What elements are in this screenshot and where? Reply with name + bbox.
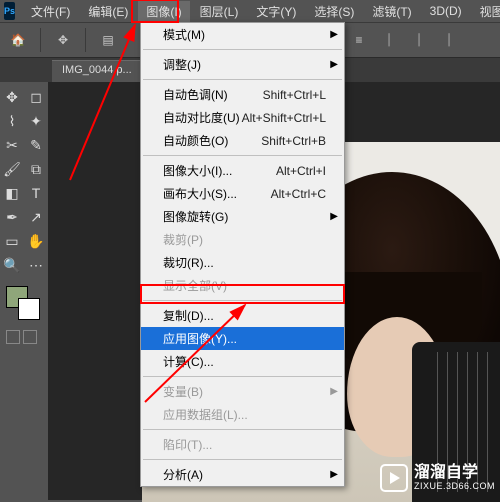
move-tool-icon[interactable]: ✥ — [1, 86, 23, 108]
align-icon[interactable]: ⏐ — [407, 28, 431, 52]
watermark-url: ZIXUE.3D66.COM — [414, 482, 495, 492]
menu-mode[interactable]: 模式(M)▶ — [141, 23, 344, 46]
background-swatch[interactable] — [18, 298, 40, 320]
menu-image-rotation[interactable]: 图像旋转(G)▶ — [141, 205, 344, 228]
watermark: 溜溜自学 ZIXUE.3D66.COM — [380, 464, 495, 492]
menu-trim[interactable]: 裁切(R)... — [141, 251, 344, 274]
menu-3d[interactable]: 3D(D) — [422, 2, 470, 20]
marquee-tool-icon[interactable]: ◻ — [25, 86, 47, 108]
menu-apply-image[interactable]: 应用图像(Y)... — [141, 327, 344, 350]
crop-tool-icon[interactable]: ✂ — [1, 134, 23, 156]
app-logo: Ps — [4, 2, 15, 20]
menu-select[interactable]: 选择(S) — [306, 1, 362, 22]
mode-icon[interactable] — [23, 330, 37, 344]
separator — [143, 429, 342, 430]
separator — [40, 28, 41, 52]
watermark-title: 溜溜自学 — [414, 464, 495, 482]
chevron-right-icon: ▶ — [330, 211, 338, 222]
menu-adjustments[interactable]: 调整(J)▶ — [141, 53, 344, 76]
toolbox: ✥ ◻ ⌇ ✦ ✂ ✎ 🖌 ⧉ ◧ T ✒ ↗ ▭ ✋ 🔍 ⋯ — [0, 82, 48, 500]
align-icon[interactable]: ⏐ — [377, 28, 401, 52]
document-tab[interactable]: IMG_0044.p... — [52, 60, 142, 82]
separator — [143, 300, 342, 301]
menu-auto-color[interactable]: 自动颜色(O)Shift+Ctrl+B — [141, 129, 344, 152]
eyedropper-tool-icon[interactable]: ✎ — [25, 134, 47, 156]
separator — [143, 79, 342, 80]
chevron-right-icon: ▶ — [330, 386, 338, 397]
shape-tool-icon[interactable]: ▭ — [1, 230, 23, 252]
menu-layer[interactable]: 图层(L) — [192, 1, 247, 22]
more-tool-icon[interactable]: ⋯ — [25, 254, 47, 276]
path-tool-icon[interactable]: ↗ — [25, 206, 47, 228]
menu-auto-tone[interactable]: 自动色调(N)Shift+Ctrl+L — [141, 83, 344, 106]
lasso-tool-icon[interactable]: ⌇ — [1, 110, 23, 132]
color-swatches[interactable] — [4, 284, 44, 320]
play-icon — [380, 464, 408, 492]
hand-tool-icon[interactable]: ✋ — [25, 230, 47, 252]
separator — [85, 28, 86, 52]
quick-mask-icons — [0, 330, 48, 344]
chevron-right-icon: ▶ — [330, 59, 338, 70]
mode-icon[interactable] — [6, 330, 20, 344]
align-icon[interactable]: ⏐ — [437, 28, 461, 52]
menu-filter[interactable]: 滤镜(T) — [364, 1, 419, 22]
separator — [143, 49, 342, 50]
menu-apply-data-set: 应用数据组(L)... — [141, 403, 344, 426]
menu-analysis[interactable]: 分析(A)▶ — [141, 463, 344, 486]
move-tool-icon[interactable]: ✥ — [51, 28, 75, 52]
image-menu-dropdown: 模式(M)▶ 调整(J)▶ 自动色调(N)Shift+Ctrl+L 自动对比度(… — [140, 22, 345, 487]
chevron-right-icon: ▶ — [330, 469, 338, 480]
menu-crop: 裁剪(P) — [141, 228, 344, 251]
menu-type[interactable]: 文字(Y) — [248, 1, 304, 22]
menu-edit[interactable]: 编辑(E) — [80, 1, 136, 22]
zoom-tool-icon[interactable]: 🔍 — [1, 254, 23, 276]
brush-tool-icon[interactable]: 🖌 — [1, 158, 23, 180]
menu-duplicate[interactable]: 复制(D)... — [141, 304, 344, 327]
type-tool-icon[interactable]: T — [25, 182, 47, 204]
align-icon[interactable]: ≡ — [347, 28, 371, 52]
menubar: Ps 文件(F) 编辑(E) 图像(I) 图层(L) 文字(Y) 选择(S) 滤… — [0, 0, 500, 22]
stamp-tool-icon[interactable]: ⧉ — [25, 158, 47, 180]
eraser-tool-icon[interactable]: ◧ — [1, 182, 23, 204]
separator — [143, 376, 342, 377]
pen-tool-icon[interactable]: ✒ — [1, 206, 23, 228]
menu-auto-contrast[interactable]: 自动对比度(U)Alt+Shift+Ctrl+L — [141, 106, 344, 129]
menu-reveal-all: 显示全部(V) — [141, 274, 344, 297]
separator — [143, 459, 342, 460]
menu-view[interactable]: 视图(V) — [472, 1, 500, 22]
menu-image[interactable]: 图像(I) — [138, 1, 189, 22]
menu-file[interactable]: 文件(F) — [23, 1, 78, 22]
menu-canvas-size[interactable]: 画布大小(S)...Alt+Ctrl+C — [141, 182, 344, 205]
menu-calculations[interactable]: 计算(C)... — [141, 350, 344, 373]
menu-variables: 变量(B)▶ — [141, 380, 344, 403]
layers-icon[interactable]: ▤ — [96, 28, 120, 52]
menu-image-size[interactable]: 图像大小(I)...Alt+Ctrl+I — [141, 159, 344, 182]
home-icon[interactable]: 🏠 — [6, 28, 30, 52]
menu-trap: 陷印(T)... — [141, 433, 344, 456]
separator — [143, 155, 342, 156]
chevron-right-icon: ▶ — [330, 29, 338, 40]
wand-tool-icon[interactable]: ✦ — [25, 110, 47, 132]
